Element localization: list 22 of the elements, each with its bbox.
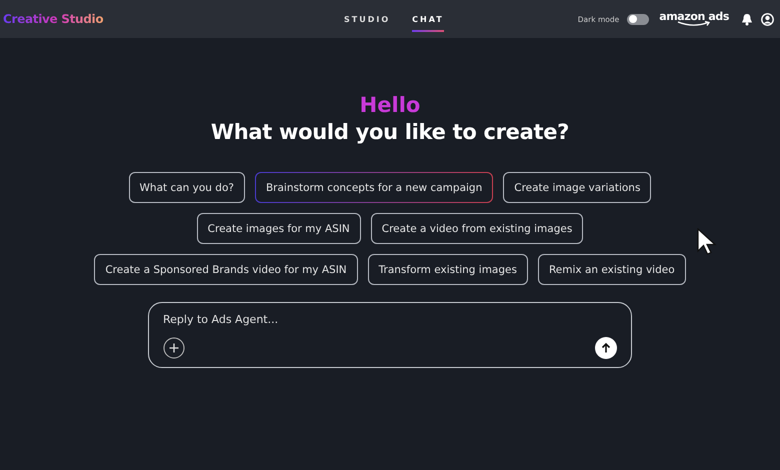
send-icon[interactable]	[595, 337, 617, 359]
suggestion-chip[interactable]: Brainstorm concepts for a new campaign	[254, 172, 494, 203]
suggestion-chip[interactable]: Create a Sponsored Brands video for my ASIN	[94, 254, 358, 285]
suggestion-chip[interactable]: Transform existing images	[368, 254, 528, 285]
suggestion-chip[interactable]: What can you do?	[128, 172, 245, 203]
suggestion-chip[interactable]: Create a video from existing images	[370, 213, 584, 244]
nav-tab[interactable]: STUDIO	[344, 8, 390, 32]
greeting-title: Hello	[360, 92, 420, 118]
greeting-question: What would you like to create?	[210, 119, 570, 146]
mouse-cursor-icon	[696, 228, 718, 256]
dark-mode-toggle[interactable]	[627, 14, 650, 24]
add-icon[interactable]	[163, 337, 185, 359]
suggestion-chip[interactable]: Remix an existing video	[538, 254, 686, 285]
partner-logo: amazon ads	[659, 11, 729, 22]
suggestion-chip[interactable]: Create images for my ASIN	[196, 213, 361, 244]
brand-logo: Creative Studio	[3, 12, 104, 26]
message-field[interactable]: Reply to Ads Agent...	[163, 313, 617, 326]
smile-icon	[677, 21, 712, 27]
account-icon[interactable]	[761, 12, 774, 26]
suggestion-chip[interactable]: Create image variations	[503, 172, 652, 203]
bell-icon[interactable]	[741, 12, 753, 26]
nav-tab[interactable]: CHAT	[412, 8, 444, 32]
